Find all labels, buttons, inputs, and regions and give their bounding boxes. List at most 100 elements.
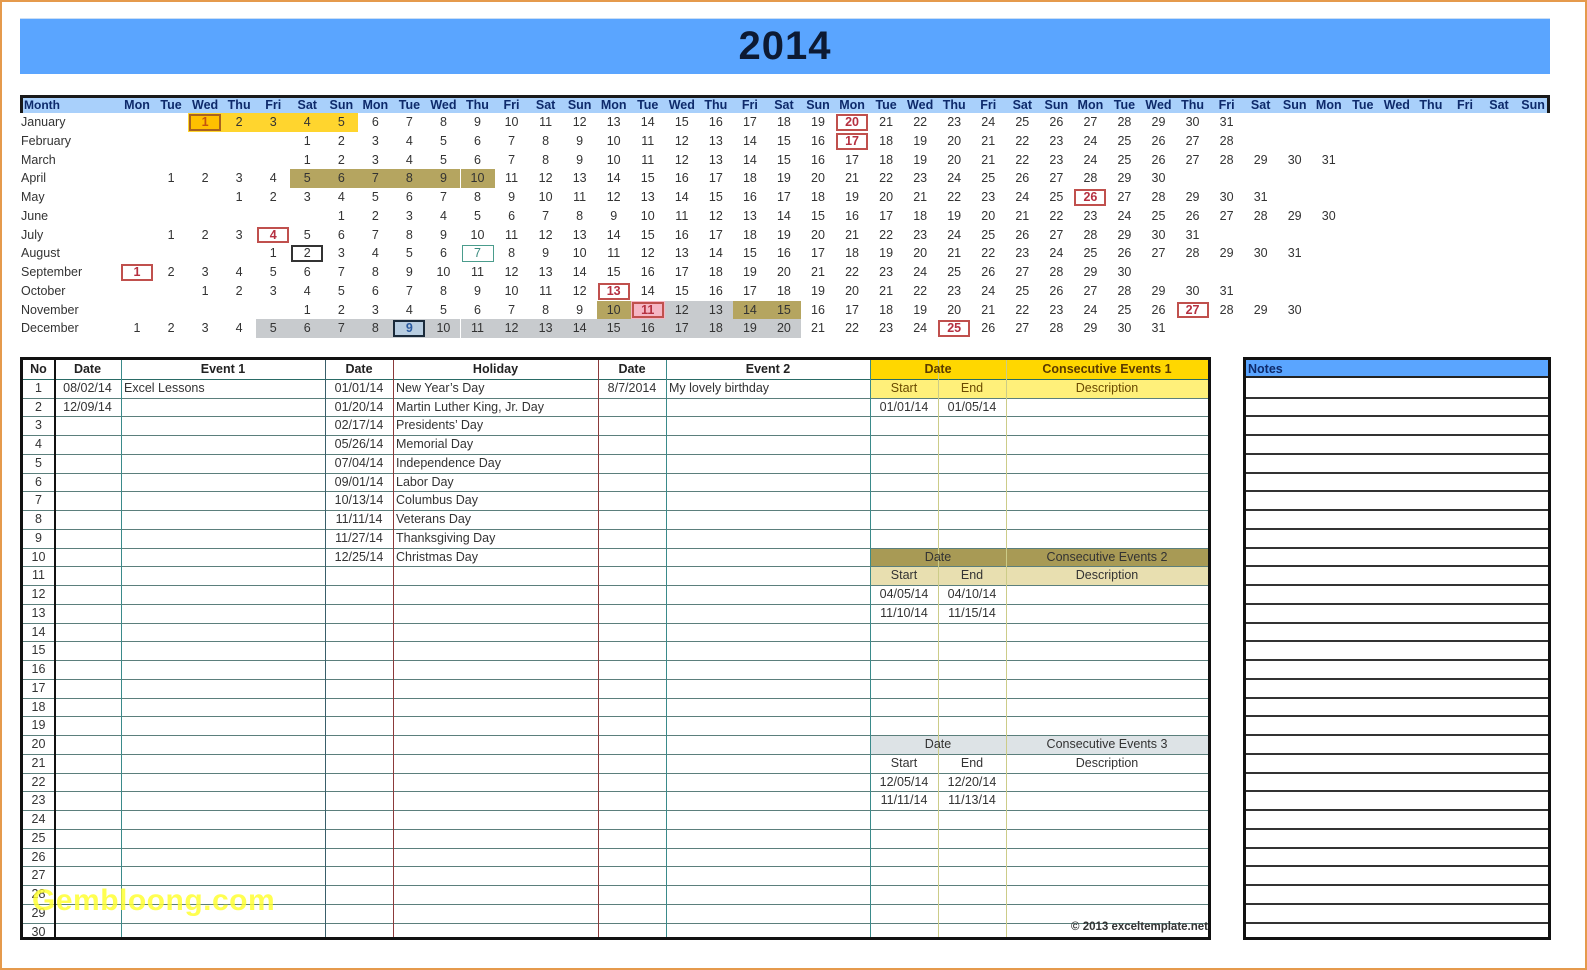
holiday-name-cell[interactable]: Veterans Day <box>393 510 598 529</box>
calendar-day[interactable]: 12 <box>529 169 563 188</box>
calendar-day[interactable]: 5 <box>426 301 460 320</box>
calendar-day[interactable]: 22 <box>835 319 869 338</box>
notes-line[interactable] <box>1246 527 1548 530</box>
notes-line[interactable] <box>1246 677 1548 680</box>
calendar-day[interactable]: 14 <box>733 132 767 151</box>
calendar-day[interactable]: 10 <box>460 169 495 188</box>
consecutive-events-2-title[interactable]: Consecutive Events 2 <box>1006 548 1208 567</box>
calendar-day[interactable]: 1 <box>188 113 223 132</box>
calendar-day[interactable]: 15 <box>699 188 733 207</box>
calendar-day[interactable]: 2 <box>324 151 358 170</box>
calendar-day[interactable]: 10 <box>426 319 461 338</box>
calendar-day[interactable]: 4 <box>256 169 290 188</box>
calendar-day[interactable]: 19 <box>869 244 903 263</box>
consecutive-events-1-end-header[interactable]: End <box>938 379 1006 398</box>
calendar-day[interactable]: 14 <box>732 300 767 320</box>
calendar-day[interactable]: 2 <box>154 263 188 282</box>
calendar-day[interactable]: 31 <box>1210 282 1244 301</box>
calendar-day[interactable]: 22 <box>1005 301 1039 320</box>
notes-line[interactable] <box>1246 659 1548 661</box>
calendar-day[interactable]: 17 <box>835 151 869 170</box>
calendar-day[interactable]: 25 <box>1107 132 1141 151</box>
notes-line[interactable] <box>1246 846 1548 849</box>
calendar-day[interactable]: 12 <box>495 263 529 282</box>
calendar-day[interactable]: 13 <box>665 244 699 263</box>
holiday-date-cell[interactable]: 01/01/14 <box>325 379 393 398</box>
calendar-day[interactable]: 22 <box>903 113 937 132</box>
calendar-day[interactable]: 17 <box>835 132 869 151</box>
calendar-day[interactable]: 1 <box>154 226 188 245</box>
row-number[interactable]: 5 <box>23 454 54 473</box>
calendar-day[interactable]: 11 <box>630 300 665 320</box>
calendar-day[interactable]: 2 <box>188 169 222 188</box>
notes-line[interactable] <box>1246 584 1548 586</box>
calendar-day[interactable]: 11 <box>631 151 665 170</box>
calendar-day[interactable]: 16 <box>631 263 665 282</box>
calendar-day[interactable]: 26 <box>1039 113 1073 132</box>
calendar-day[interactable]: 17 <box>699 169 733 188</box>
holiday-date-cell[interactable]: 07/04/14 <box>325 454 393 473</box>
calendar-day[interactable]: 18 <box>869 151 903 170</box>
calendar-day[interactable]: 7 <box>495 132 529 151</box>
holiday-date-cell[interactable]: 09/01/14 <box>325 473 393 492</box>
calendar-day[interactable]: 28 <box>1039 263 1073 282</box>
calendar-day[interactable]: 23 <box>937 113 971 132</box>
calendar-day[interactable]: 5 <box>426 151 460 170</box>
calendar-day[interactable]: 10 <box>495 113 529 132</box>
calendar-day[interactable]: 20 <box>971 207 1005 226</box>
calendar-day[interactable]: 29 <box>1244 301 1278 320</box>
calendar-day[interactable]: 3 <box>256 113 291 132</box>
calendar-day[interactable]: 22 <box>1005 151 1039 170</box>
row-number[interactable]: 20 <box>23 735 54 754</box>
row-number[interactable]: 22 <box>23 773 54 792</box>
calendar-day[interactable]: 30 <box>1142 169 1176 188</box>
calendar-day[interactable]: 28 <box>1210 151 1244 170</box>
calendar-day[interactable]: 27 <box>1005 319 1039 338</box>
notes-line[interactable] <box>1246 902 1548 905</box>
row-number[interactable]: 24 <box>23 810 54 829</box>
row-number[interactable]: 8 <box>23 510 54 529</box>
calendar-day[interactable]: 8 <box>358 263 392 282</box>
calendar-day[interactable]: 6 <box>324 169 359 188</box>
calendar-day[interactable]: 3 <box>256 282 290 301</box>
calendar-day[interactable]: 29 <box>1073 263 1107 282</box>
calendar-day[interactable]: 12 <box>494 319 529 338</box>
holiday-date-cell[interactable]: 05/26/14 <box>325 435 393 454</box>
calendar-day[interactable]: 13 <box>529 263 563 282</box>
calendar-day[interactable]: 11 <box>460 319 495 338</box>
calendar-day[interactable]: 6 <box>461 151 495 170</box>
calendar-day[interactable]: 17 <box>767 188 801 207</box>
calendar-day[interactable]: 28 <box>1176 244 1210 263</box>
holiday-name-cell[interactable]: New Year’s Day <box>393 379 598 398</box>
calendar-day[interactable]: 25 <box>971 226 1005 245</box>
calendar-day[interactable]: 4 <box>358 244 392 263</box>
calendar-day[interactable]: 30 <box>1278 151 1312 170</box>
calendar-day[interactable]: 30 <box>1244 244 1278 263</box>
calendar-day[interactable]: 7 <box>324 263 358 282</box>
calendar-day[interactable]: 16 <box>630 319 665 338</box>
consecutive-events-3-start-header[interactable]: Start <box>870 754 938 773</box>
calendar-day[interactable]: 25 <box>937 319 971 338</box>
calendar-day[interactable]: 11 <box>529 113 563 132</box>
calendar-day[interactable]: 28 <box>1039 319 1073 338</box>
calendar-day[interactable]: 28 <box>1210 301 1244 320</box>
calendar-day[interactable]: 15 <box>665 282 699 301</box>
calendar-day[interactable]: 16 <box>699 282 733 301</box>
row-number[interactable]: 15 <box>23 641 54 660</box>
consecutive3-description-cell[interactable] <box>1006 773 1208 792</box>
calendar-day[interactable]: 27 <box>1005 263 1039 282</box>
calendar-day[interactable]: 1 <box>154 169 188 188</box>
holiday-date-cell[interactable]: 02/17/14 <box>325 416 393 435</box>
calendar-day[interactable]: 5 <box>461 207 495 226</box>
calendar-day[interactable]: 29 <box>1278 207 1312 226</box>
calendar-day[interactable]: 13 <box>699 132 733 151</box>
calendar-day[interactable]: 3 <box>188 319 222 338</box>
calendar-day[interactable]: 8 <box>392 169 427 188</box>
calendar-day[interactable]: 18 <box>903 207 937 226</box>
consecutive-events-3-title[interactable]: Consecutive Events 3 <box>1006 735 1208 754</box>
calendar-day[interactable]: 21 <box>835 226 869 245</box>
calendar-day[interactable]: 17 <box>733 282 767 301</box>
calendar-day[interactable]: 27 <box>1073 113 1107 132</box>
calendar-day[interactable]: 12 <box>529 226 563 245</box>
calendar-day[interactable]: 21 <box>869 282 903 301</box>
